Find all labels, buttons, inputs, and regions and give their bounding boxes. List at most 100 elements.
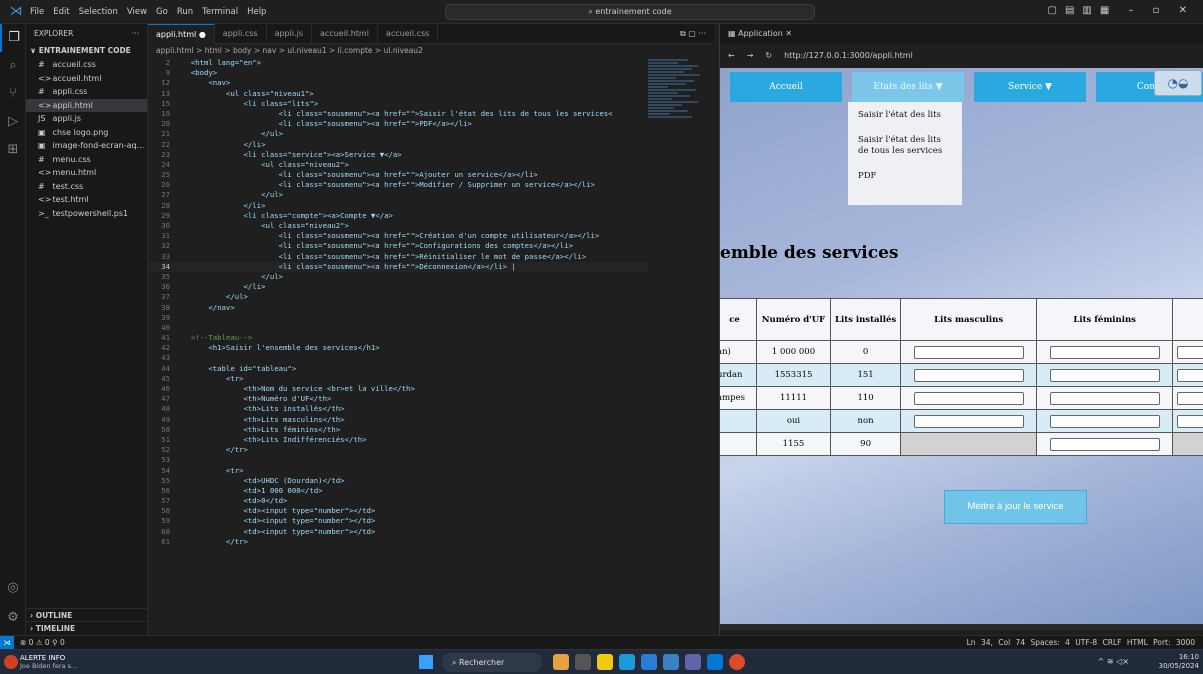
code-line[interactable]: 9 <body> xyxy=(148,68,648,78)
number-input[interactable] xyxy=(1049,391,1160,405)
code-line[interactable]: 60 <td><input type="number"></td> xyxy=(148,527,648,537)
file-item[interactable]: <> menu.html xyxy=(26,166,147,180)
file-explorer-icon[interactable] xyxy=(597,654,613,670)
source-control-icon[interactable]: ⑂ xyxy=(0,80,26,108)
file-item[interactable]: >_ testpowershell.ps1 xyxy=(26,207,147,221)
nav-link[interactable]: Accueil xyxy=(730,72,842,102)
code-line[interactable]: 57 <td>0</td> xyxy=(148,496,648,506)
app-icon[interactable] xyxy=(575,654,591,670)
code-line[interactable]: 52 </tr> xyxy=(148,445,648,455)
number-input[interactable] xyxy=(1177,391,1203,405)
explorer-icon[interactable]: ❐ xyxy=(0,24,26,52)
code-line[interactable]: 19 <li class="sousmenu"><a href="">Saisi… xyxy=(148,109,648,119)
editor-status[interactable]: Ln 34, Col 74 Spaces: 4 UTF-8 CRLF HTML … xyxy=(967,636,1195,649)
file-item[interactable]: ▣ chse logo.png xyxy=(26,126,147,140)
url-input[interactable]: http://127.0.0.1:3000/appli.html xyxy=(784,51,913,60)
number-input[interactable] xyxy=(913,368,1024,382)
file-item[interactable]: # appli.css xyxy=(26,85,147,99)
command-center-search[interactable]: ⌕ entrainement code xyxy=(445,4,815,20)
file-item[interactable]: # menu.css xyxy=(26,153,147,167)
code-line[interactable]: 59 <td><input type="number"></td> xyxy=(148,516,648,526)
code-line[interactable]: 54 <tr> xyxy=(148,466,648,476)
number-input[interactable] xyxy=(1049,437,1160,451)
teams-icon[interactable] xyxy=(685,654,701,670)
menu-item-go[interactable]: Go xyxy=(156,7,168,17)
code-line[interactable]: 21 </ul> xyxy=(148,129,648,139)
file-item[interactable]: # test.css xyxy=(26,180,147,194)
code-line[interactable]: 15 <li class="lits"> xyxy=(148,99,648,109)
code-line[interactable]: 30 <ul class="niveau2"> xyxy=(148,221,648,231)
number-input[interactable] xyxy=(1049,368,1160,382)
edge-icon[interactable] xyxy=(619,654,635,670)
run-debug-icon[interactable]: ▷ xyxy=(0,108,26,136)
horizontal-scrollbar[interactable] xyxy=(720,624,1203,630)
code-line[interactable]: 43 xyxy=(148,353,648,363)
code-line[interactable]: 39 xyxy=(148,313,648,323)
code-line[interactable]: 45 <tr> xyxy=(148,374,648,384)
number-input[interactable] xyxy=(1049,414,1160,428)
code-line[interactable]: 61 </tr> xyxy=(148,537,648,547)
file-item[interactable]: ▣ image-fond-ecran-aq... xyxy=(26,139,147,153)
code-line[interactable]: 55 <td>UHDC (Dourdan)</td> xyxy=(148,476,648,486)
code-line[interactable]: 34 <li class="sousmenu"><a href="">Décon… xyxy=(148,261,648,272)
code-line[interactable]: 32 <li class="sousmenu"><a href="">Confi… xyxy=(148,241,648,251)
code-line[interactable]: 37 </ul> xyxy=(148,292,648,302)
browser-tab[interactable]: ▦ Application ✕ xyxy=(720,24,1203,44)
code-line[interactable]: 23 <li class="service"><a>Service ▼</a> xyxy=(148,150,648,160)
code-line[interactable]: 48 <th>Lits installés</th> xyxy=(148,404,648,414)
more-actions-icon[interactable]: ··· xyxy=(132,24,139,44)
code-line[interactable]: 26 <li class="sousmenu"><a href="">Modif… xyxy=(148,180,648,190)
file-item[interactable]: JS appli.js xyxy=(26,112,147,126)
file-item[interactable]: <> appli.html xyxy=(26,98,147,112)
editor-tab[interactable]: appli.js xyxy=(267,24,313,44)
window-controls[interactable]: ▢▤▥▦ – ▫ ✕ xyxy=(1048,5,1196,16)
code-line[interactable]: 58 <td><input type="number"></td> xyxy=(148,506,648,516)
account-icon[interactable]: ◎ xyxy=(0,574,26,602)
editor-tab[interactable]: appli.css xyxy=(215,24,267,44)
news-alert-icon[interactable] xyxy=(4,655,18,669)
remote-icon[interactable]: ⋊ xyxy=(0,636,14,650)
number-input[interactable] xyxy=(913,345,1024,359)
app-icon[interactable] xyxy=(553,654,569,670)
code-area[interactable]: 2 <html lang="en"> 9 <body> 12 <nav> 13 <ul… xyxy=(148,58,648,635)
code-line[interactable]: 12 <nav> xyxy=(148,78,648,88)
menu-item-edit[interactable]: Edit xyxy=(53,7,69,17)
timeline-section[interactable]: › TIMELINE xyxy=(26,621,148,634)
split-editor-icon[interactable]: ⧉ ▢ ··· xyxy=(680,24,714,43)
dropdown-item[interactable]: PDF xyxy=(858,171,952,182)
update-service-button[interactable]: Mettre à jour le service xyxy=(944,490,1087,524)
workspace-folder[interactable]: ∨ ENTRAINEMENT CODE xyxy=(26,44,147,58)
code-line[interactable]: 38 </nav> xyxy=(148,303,648,313)
code-line[interactable]: 24 <ul class="niveau2"> xyxy=(148,160,648,170)
outlook-icon[interactable] xyxy=(663,654,679,670)
menu-item-file[interactable]: File xyxy=(30,7,44,17)
minimap[interactable] xyxy=(648,58,710,218)
code-line[interactable]: 20 <li class="sousmenu"><a href="">PDF</… xyxy=(148,119,648,129)
code-line[interactable]: 29 <li class="compte"><a>Compte ▼</a> xyxy=(148,211,648,221)
news-widget[interactable]: ALERTE INFO Joe Biden fera s... xyxy=(20,654,77,670)
dropdown-item[interactable]: Saisir l'état des lits de tous les servi… xyxy=(858,135,952,157)
code-line[interactable]: 22 </li> xyxy=(148,140,648,150)
nav-link[interactable]: Etats des lits ▼ xyxy=(852,72,964,102)
code-line[interactable]: 41 <!--Tableau--> xyxy=(148,333,648,343)
outline-section[interactable]: › OUTLINE xyxy=(26,608,148,621)
number-input[interactable] xyxy=(1177,345,1203,359)
reload-icon[interactable]: ↻ xyxy=(765,51,772,60)
menu-item-view[interactable]: View xyxy=(127,7,147,17)
file-item[interactable]: <> accueil.html xyxy=(26,72,147,86)
menu-item-selection[interactable]: Selection xyxy=(79,7,118,17)
code-line[interactable]: 46 <th>Nom du service <br>et la ville</t… xyxy=(148,384,648,394)
nav-link[interactable]: Service ▼ xyxy=(974,72,1086,102)
code-line[interactable]: 25 <li class="sousmenu"><a href="">Ajout… xyxy=(148,170,648,180)
editor-tab[interactable]: accueil.css xyxy=(378,24,439,44)
code-line[interactable]: 28 </li> xyxy=(148,201,648,211)
code-line[interactable]: 50 <th>Lits féminins</th> xyxy=(148,425,648,435)
editor-tab[interactable]: accueil.html xyxy=(312,24,378,44)
problems-status[interactable]: ⊗ 0 ⚠ 0 ⚲ 0 xyxy=(20,636,65,649)
dropdown-item[interactable]: Saisir l'état des lits xyxy=(858,110,952,121)
number-input[interactable] xyxy=(913,414,1024,428)
number-input[interactable] xyxy=(1177,368,1203,382)
code-line[interactable]: 49 <th>Lits masculins</th> xyxy=(148,415,648,425)
code-line[interactable]: 42 <h1>Saisir l'ensemble des services</h… xyxy=(148,343,648,353)
menu-item-help[interactable]: Help xyxy=(247,7,266,17)
